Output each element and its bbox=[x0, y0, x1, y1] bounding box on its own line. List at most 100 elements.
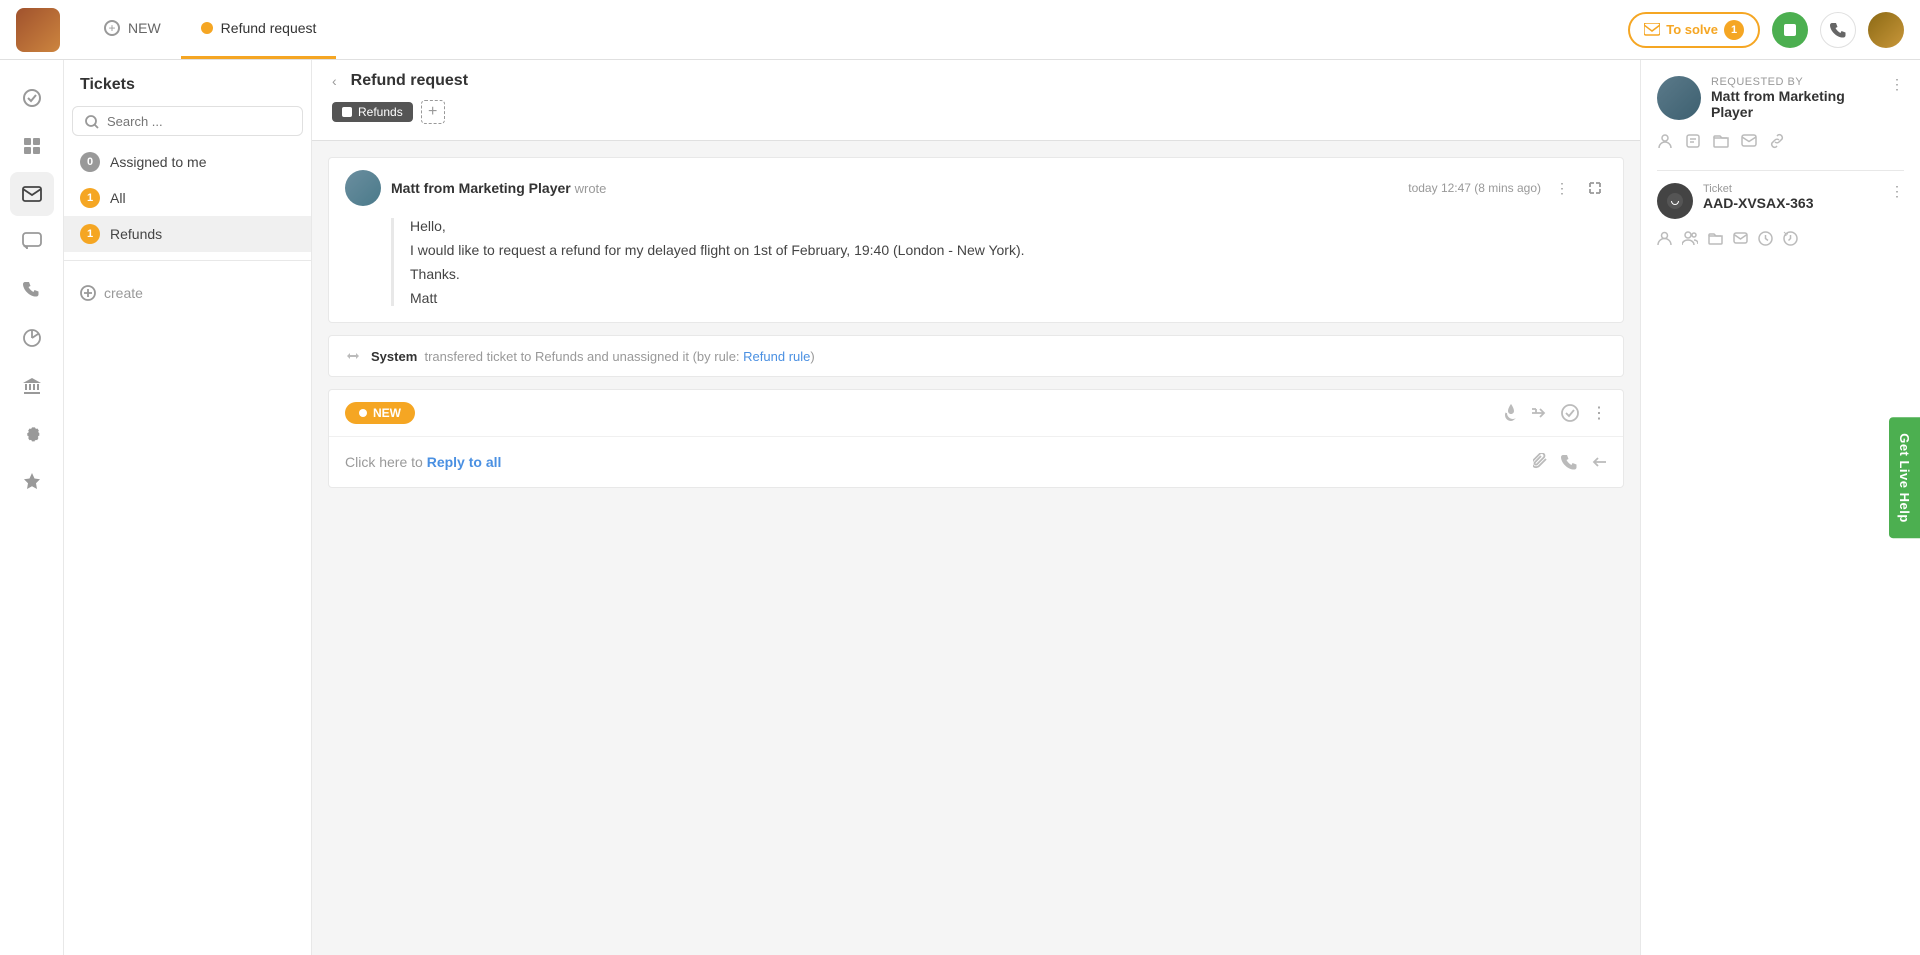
flame-icon[interactable] bbox=[1503, 404, 1519, 422]
email-icon bbox=[1644, 23, 1660, 37]
panel-divider bbox=[1657, 170, 1904, 171]
sidebar-create-button[interactable]: create bbox=[64, 277, 311, 309]
nav-grid[interactable] bbox=[10, 124, 54, 168]
requester-action-icons bbox=[1657, 132, 1904, 150]
reply-action: Reply to all bbox=[427, 454, 502, 470]
collapse-button[interactable]: ‹ bbox=[332, 73, 337, 89]
message-greeting: Hello, bbox=[410, 218, 1607, 234]
app-logo[interactable] bbox=[16, 8, 60, 52]
nav-analytics[interactable] bbox=[10, 316, 54, 360]
all-badge: 1 bbox=[80, 188, 100, 208]
tag-add-button[interactable]: + bbox=[421, 100, 445, 124]
nav-chat[interactable] bbox=[10, 220, 54, 264]
sidebar-item-all[interactable]: 1 All bbox=[64, 180, 311, 216]
reply-back-icon[interactable] bbox=[1589, 453, 1607, 471]
system-text: System transfered ticket to Refunds and … bbox=[371, 349, 815, 364]
requester-avatar bbox=[1657, 76, 1701, 120]
message-body3: Matt bbox=[410, 290, 1607, 306]
reply-area[interactable]: Click here to Reply to all bbox=[329, 436, 1623, 487]
req-note-icon[interactable] bbox=[1685, 132, 1701, 150]
message-time: today 12:47 (8 mins ago) bbox=[1408, 181, 1541, 195]
sender-info: Matt from Marketing Player wrote bbox=[391, 180, 606, 196]
system-transfer-icon bbox=[345, 348, 361, 364]
refund-rule-link[interactable]: Refund rule bbox=[743, 349, 810, 364]
requester-info: Requested by Matt from Marketing Player bbox=[1711, 76, 1880, 120]
new-badge-label: NEW bbox=[373, 406, 401, 420]
main-layout: Tickets 0 Assigned to me 1 All 1 Refunds bbox=[0, 60, 1920, 955]
reply-phone-icon[interactable] bbox=[1561, 453, 1577, 471]
refunds-badge: 1 bbox=[80, 224, 100, 244]
reply-prompt: Click here to Reply to all bbox=[345, 454, 501, 470]
nav-check[interactable] bbox=[10, 76, 54, 120]
nav-star[interactable] bbox=[10, 460, 54, 504]
ticket-user-icon[interactable] bbox=[1657, 229, 1672, 246]
assigned-label: Assigned to me bbox=[110, 154, 207, 170]
tab-refund-request[interactable]: Refund request bbox=[181, 0, 337, 59]
search-icon bbox=[85, 113, 99, 129]
new-reply-actions: ⋮ bbox=[1503, 403, 1607, 423]
new-reply-card: NEW bbox=[328, 389, 1624, 488]
system-actor: System bbox=[371, 349, 417, 364]
reply-icons bbox=[1533, 453, 1607, 471]
right-panel: Requested by Matt from Marketing Player … bbox=[1640, 60, 1920, 955]
sender-name: Matt from Marketing Player bbox=[391, 180, 571, 196]
topbar-right: To solve 1 bbox=[1628, 12, 1904, 48]
nav-bank[interactable] bbox=[10, 364, 54, 408]
sidebar-search-box[interactable] bbox=[72, 106, 303, 136]
sidebar-item-assigned-to-me[interactable]: 0 Assigned to me bbox=[64, 144, 311, 180]
message-expand-icon[interactable] bbox=[1583, 175, 1607, 201]
req-folder-icon[interactable] bbox=[1713, 132, 1729, 150]
sidebar-item-refunds[interactable]: 1 Refunds bbox=[64, 216, 311, 252]
nav-settings[interactable] bbox=[10, 412, 54, 456]
icon-nav bbox=[0, 60, 64, 955]
ticket-id: AAD-XVSAX-363 bbox=[1703, 195, 1880, 211]
live-help-button[interactable]: Get Live Help bbox=[1889, 417, 1920, 539]
create-plus-icon bbox=[80, 285, 96, 301]
to-solve-button[interactable]: To solve 1 bbox=[1628, 12, 1760, 48]
refunds-tag[interactable]: Refunds bbox=[332, 102, 413, 122]
message-header: Matt from Marketing Player wrote today 1… bbox=[329, 158, 1623, 218]
topbar: + NEW Refund request To solve 1 bbox=[0, 0, 1920, 60]
sidebar-title: Tickets bbox=[64, 76, 311, 106]
ticket-clock-icon[interactable] bbox=[1758, 229, 1773, 246]
messages-area: Matt from Marketing Player wrote today 1… bbox=[312, 141, 1640, 955]
ticket-email-icon[interactable] bbox=[1733, 229, 1748, 246]
resolve-icon[interactable] bbox=[1561, 404, 1579, 422]
message-more-icon[interactable]: ⋮ bbox=[1551, 176, 1573, 201]
user-avatar[interactable] bbox=[1868, 12, 1904, 48]
req-link-icon[interactable] bbox=[1769, 132, 1785, 150]
ticket-tags: Refunds + bbox=[332, 100, 1620, 124]
sender-avatar bbox=[345, 170, 381, 206]
attachment-icon[interactable] bbox=[1533, 453, 1549, 471]
forward-icon[interactable] bbox=[1531, 404, 1549, 422]
ticket-header-section: ‹ Refund request Refunds + bbox=[312, 60, 1640, 141]
to-solve-label: To solve bbox=[1666, 22, 1718, 37]
tab-new[interactable]: + NEW bbox=[84, 0, 181, 59]
ticket-folder-icon[interactable] bbox=[1708, 229, 1723, 246]
new-badge: NEW bbox=[345, 402, 415, 424]
requester-section: Requested by Matt from Marketing Player … bbox=[1657, 76, 1904, 150]
ticket-history-icon[interactable] bbox=[1783, 229, 1798, 246]
search-input[interactable] bbox=[107, 114, 290, 129]
active-tab-label: Refund request bbox=[221, 20, 317, 36]
req-email-icon[interactable] bbox=[1741, 132, 1757, 150]
new-badge-dot bbox=[359, 409, 367, 417]
status-green-button[interactable] bbox=[1772, 12, 1808, 48]
message-card: Matt from Marketing Player wrote today 1… bbox=[328, 157, 1624, 323]
reply-more-icon[interactable]: ⋮ bbox=[1591, 403, 1607, 423]
ticket-avatar bbox=[1657, 183, 1693, 219]
ticket-section: Ticket AAD-XVSAX-363 ⋮ bbox=[1657, 183, 1904, 246]
ticket-team-icon[interactable] bbox=[1682, 229, 1698, 246]
tag-icon bbox=[342, 107, 352, 117]
req-user-icon[interactable] bbox=[1657, 132, 1673, 150]
nav-phone[interactable] bbox=[10, 268, 54, 312]
phone-topbar-icon bbox=[1830, 22, 1846, 38]
requester-more-icon[interactable]: ⋮ bbox=[1890, 76, 1904, 93]
nav-mail[interactable] bbox=[10, 172, 54, 216]
green-status-icon bbox=[1783, 23, 1797, 37]
sidebar: Tickets 0 Assigned to me 1 All 1 Refunds bbox=[64, 60, 312, 955]
ticket-more-icon[interactable]: ⋮ bbox=[1890, 183, 1904, 200]
phone-topbar-button[interactable] bbox=[1820, 12, 1856, 48]
system-message: System transfered ticket to Refunds and … bbox=[328, 335, 1624, 377]
to-solve-badge: 1 bbox=[1724, 20, 1744, 40]
